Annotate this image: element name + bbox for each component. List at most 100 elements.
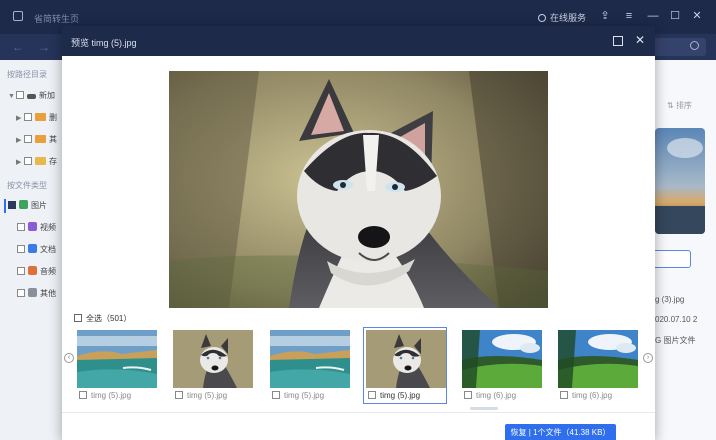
minimize-icon[interactable]: — [646,9,660,23]
recover-button[interactable]: 恢复 | 1个文件（41.38 KB） [505,424,616,440]
thumbnail-caption: timg (5).jpg [79,391,131,400]
document-icon [28,244,37,253]
thumbnail-filename: timg (6).jpg [476,391,517,400]
thumbnail-filename: timg (5).jpg [380,391,421,400]
footer-divider [62,412,655,413]
tree-item-label: 存 [49,157,57,166]
scroll-right-button[interactable]: › [643,353,653,363]
maximize-icon[interactable]: ☐ [668,9,682,23]
image-icon [19,200,28,209]
thumbnail-checkbox[interactable] [368,391,376,399]
type-item-label: 图片 [31,201,47,210]
thumbnail-item[interactable]: timg (5).jpg [170,327,254,404]
type-item-images[interactable]: 图片 [8,200,47,214]
thumbnail-filename: timg (6).jpg [572,391,613,400]
sort-button[interactable]: ⇅ 排序 [667,100,692,111]
checkbox[interactable] [17,223,25,231]
checkbox[interactable] [17,245,25,253]
folder-icon [35,113,46,121]
back-arrow-icon[interactable]: ← [12,40,24,54]
thumbnail-caption: timg (5).jpg [175,391,227,400]
selection-indicator [4,199,6,213]
tree-item-label: 删 [49,113,57,122]
checkbox[interactable] [24,135,32,143]
home-icon[interactable] [13,11,23,21]
maximize-icon[interactable] [613,36,623,46]
thumbnail-item[interactable]: timg (6).jpg [555,327,639,404]
section-type-heading: 按文件类型 [7,181,47,190]
tree-item-drive[interactable]: ▼ 新加 [8,90,55,104]
type-item-other[interactable]: 其他 [17,288,56,302]
thumbnail-image[interactable] [173,330,253,388]
file-details-pane: ⇅ 排序 g (3).jpg 020.07.10 2 G 图片文件 [653,60,716,440]
thumbnail-filename: timg (5).jpg [187,391,228,400]
checkbox[interactable] [24,157,32,165]
checkbox[interactable] [24,113,32,121]
sort-label: 排序 [675,101,692,110]
filename-field[interactable] [653,250,691,268]
type-item-label: 文档 [40,245,56,254]
thumbnail-filename: timg (5).jpg [284,391,325,400]
audio-icon [28,266,37,275]
tree-item-existing[interactable]: ▶ 存 [16,156,57,170]
dialog-header: 预览 timg (5).jpg ✕ [62,26,655,56]
search-icon[interactable] [690,41,699,50]
thumbnail-image[interactable] [270,330,350,388]
file-count: （501） [102,314,132,323]
video-icon [28,222,37,231]
expand-icon[interactable]: ▶ [16,158,24,166]
file-thumbnail [655,128,705,234]
other-file-icon [28,288,37,297]
share-icon[interactable]: ⇪ [598,9,612,23]
thumbnail-checkbox[interactable] [79,391,87,399]
checkbox[interactable] [16,91,24,99]
forward-arrow-icon[interactable]: → [38,40,50,54]
online-service-label: 在线服务 [550,13,587,23]
folder-icon [35,135,46,143]
thumbnail-checkbox[interactable] [464,391,472,399]
sidebar: 按路径目录 ▼ 新加 ▶ 删 ▶ 其 ▶ 存 按文件类型 图片 视频 文档 音频 其他 [0,60,62,440]
thumbnail-image[interactable] [366,330,446,388]
preview-dialog: 预览 timg (5).jpg ✕ 全选（501） ‹ › timg (5).j… [62,26,655,440]
online-service-button[interactable]: 在线服务 [538,11,586,24]
thumbnail-caption: timg (6).jpg [464,391,516,400]
preview-image [169,71,548,308]
sort-icon: ⇅ [667,101,676,110]
type-item-videos[interactable]: 视频 [17,222,56,236]
checkbox[interactable] [17,267,25,275]
thumbnail-image[interactable] [77,330,157,388]
drive-icon [27,94,36,99]
headset-icon [538,14,546,22]
thumbnail-image[interactable] [558,330,638,388]
close-icon[interactable]: ✕ [690,9,704,23]
type-item-documents[interactable]: 文档 [17,244,56,258]
thumbnail-item[interactable]: timg (5).jpg [267,327,351,404]
expand-icon[interactable]: ▼ [8,93,16,100]
close-icon[interactable]: ✕ [634,34,646,46]
select-all-checkbox[interactable] [74,314,82,322]
thumbnail-filename: timg (5).jpg [91,391,132,400]
expand-icon[interactable]: ▶ [16,114,24,122]
scroll-left-button[interactable]: ‹ [64,353,74,363]
tree-item-other[interactable]: ▶ 其 [16,134,57,148]
type-item-label: 音频 [40,267,56,276]
expand-icon[interactable]: ▶ [16,136,24,144]
dialog-title: 预览 timg (5).jpg [71,38,137,48]
app-title: 省简转生页 [34,14,80,24]
thumbnail-item[interactable]: timg (6).jpg [459,327,543,404]
thumbnail-item[interactable]: timg (5).jpg [74,327,158,404]
type-item-label: 其他 [40,289,56,298]
thumbnail-checkbox[interactable] [560,391,568,399]
checkbox[interactable] [8,201,16,209]
select-all[interactable]: 全选（501） [74,313,131,324]
checkbox[interactable] [17,289,25,297]
thumbnail-checkbox[interactable] [272,391,280,399]
thumbnail-image[interactable] [462,330,542,388]
menu-icon[interactable]: ≡ [622,9,636,23]
thumbnail-item[interactable]: timg (5).jpg [363,327,447,404]
type-item-audio[interactable]: 音频 [17,266,56,280]
horizontal-scrollbar[interactable] [470,407,498,410]
thumbnail-caption: timg (6).jpg [560,391,612,400]
tree-item-deleted[interactable]: ▶ 删 [16,112,57,126]
thumbnail-checkbox[interactable] [175,391,183,399]
